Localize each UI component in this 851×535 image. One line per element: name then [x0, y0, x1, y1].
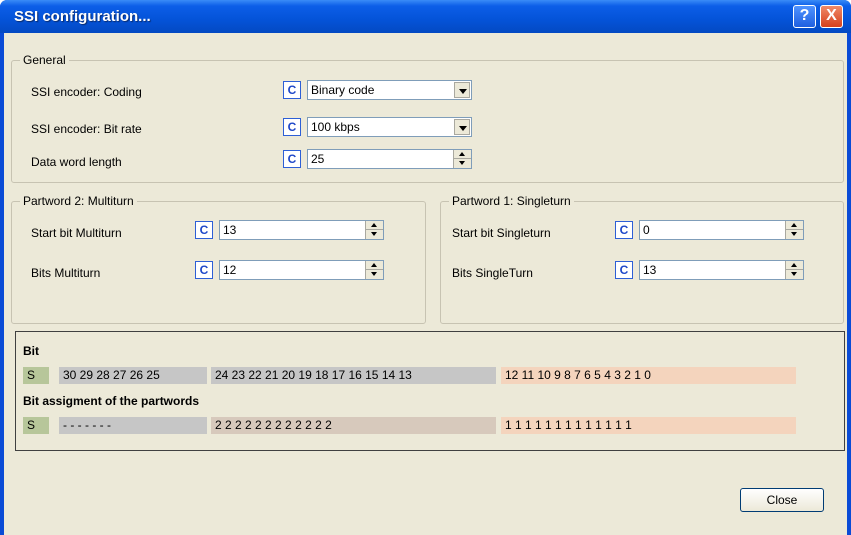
spinner[interactable]	[785, 221, 803, 239]
st-start-value: 0	[643, 223, 650, 237]
mt-bits-spinbox[interactable]: 12	[219, 260, 384, 280]
spinner[interactable]	[365, 261, 383, 279]
close-window-button[interactable]: X	[820, 5, 843, 28]
bitrate-label: SSI encoder: Bit rate	[31, 122, 142, 136]
mt-start-value: 13	[223, 223, 237, 237]
chevron-down-icon[interactable]	[454, 119, 470, 135]
spin-down-icon[interactable]	[366, 230, 383, 239]
wordlen-label: Data word length	[31, 155, 122, 169]
st-start-label: Start bit Singleturn	[452, 226, 551, 240]
mt-start-c-button[interactable]: C	[195, 221, 213, 239]
spin-up-icon[interactable]	[786, 261, 803, 270]
st-start-c-button[interactable]: C	[615, 221, 633, 239]
spinner[interactable]	[453, 150, 471, 168]
st-start-spinbox[interactable]: 0	[639, 220, 804, 240]
spin-up-icon[interactable]	[786, 221, 803, 230]
spin-up-icon[interactable]	[454, 150, 471, 159]
bit-multiturn-cell: 24 23 22 21 20 19 18 17 16 15 14 13	[211, 367, 496, 384]
wordlen-value: 25	[311, 152, 325, 166]
assign-multiturn-cell: 2 2 2 2 2 2 2 2 2 2 2 2	[211, 417, 496, 434]
spin-down-icon[interactable]	[786, 230, 803, 239]
st-bits-spinbox[interactable]: 13	[639, 260, 804, 280]
wordlen-spinbox[interactable]: 25	[307, 149, 472, 169]
bit-heading: Bit	[23, 344, 39, 358]
assignment-heading: Bit assigment of the partwords	[23, 394, 200, 408]
mt-start-spinbox[interactable]: 13	[219, 220, 384, 240]
st-bits-label: Bits SingleTurn	[452, 266, 533, 280]
bit-panel: Bit S 30 29 28 27 26 25 24 23 22 21 20 1…	[15, 331, 845, 451]
spin-up-icon[interactable]	[366, 261, 383, 270]
wordlen-c-button[interactable]: C	[283, 150, 301, 168]
assign-singleturn-cell: 1 1 1 1 1 1 1 1 1 1 1 1 1	[501, 417, 796, 434]
spin-up-icon[interactable]	[366, 221, 383, 230]
assign-unused-cell: - - - - - - -	[59, 417, 207, 434]
general-legend: General	[20, 53, 69, 67]
dialog-window: SSI configuration... ? X General SSI enc…	[0, 0, 851, 535]
mt-bits-c-button[interactable]: C	[195, 261, 213, 279]
spinner[interactable]	[365, 221, 383, 239]
spin-down-icon[interactable]	[786, 270, 803, 279]
window-title: SSI configuration...	[14, 8, 151, 25]
partword1-legend: Partword 1: Singleturn	[449, 194, 574, 208]
bitrate-select[interactable]: 100 kbps	[307, 117, 472, 137]
help-button[interactable]: ?	[793, 5, 816, 28]
coding-c-button[interactable]: C	[283, 81, 301, 99]
mt-start-label: Start bit Multiturn	[31, 226, 122, 240]
spin-down-icon[interactable]	[366, 270, 383, 279]
partword2-legend: Partword 2: Multiturn	[20, 194, 137, 208]
dialog-body: General SSI encoder: Coding C Binary cod…	[4, 33, 847, 535]
title-bar[interactable]: SSI configuration... ? X	[0, 0, 851, 33]
bit-singleturn-cell: 12 11 10 9 8 7 6 5 4 3 2 1 0	[501, 367, 796, 384]
bitrate-c-button[interactable]: C	[283, 118, 301, 136]
bitrate-value: 100 kbps	[311, 120, 360, 134]
mt-bits-label: Bits Multiturn	[31, 266, 101, 280]
assign-s-cell: S	[23, 417, 49, 434]
bit-unused-cell: 30 29 28 27 26 25	[59, 367, 207, 384]
st-bits-c-button[interactable]: C	[615, 261, 633, 279]
close-button[interactable]: Close	[740, 488, 824, 512]
mt-bits-value: 12	[223, 263, 237, 277]
bit-s-cell: S	[23, 367, 49, 384]
chevron-down-icon[interactable]	[454, 82, 470, 98]
spinner[interactable]	[785, 261, 803, 279]
coding-value: Binary code	[311, 83, 375, 97]
st-bits-value: 13	[643, 263, 657, 277]
coding-label: SSI encoder: Coding	[31, 85, 142, 99]
spin-down-icon[interactable]	[454, 159, 471, 168]
coding-select[interactable]: Binary code	[307, 80, 472, 100]
